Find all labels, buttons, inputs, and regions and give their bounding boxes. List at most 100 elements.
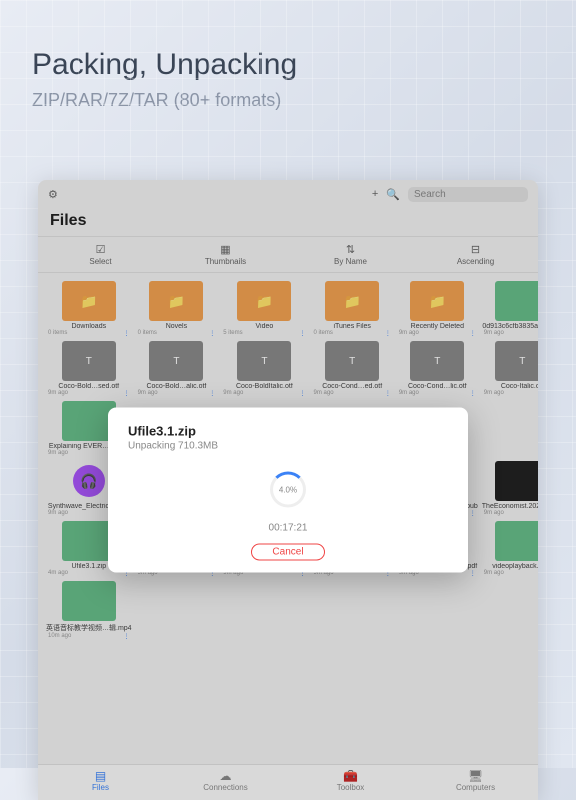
file-item[interactable]: 0d913c6cfb3835a…f.jpeg9m ago⋮ xyxy=(482,281,538,337)
tab-connections[interactable]: ☁Connections xyxy=(163,765,288,800)
file-item[interactable]: videoplayback.mp49m ago⋮ xyxy=(482,521,538,577)
file-meta: 9m ago xyxy=(48,390,68,397)
more-icon[interactable]: ⋮ xyxy=(470,510,476,517)
more-icon[interactable]: ⋮ xyxy=(300,330,306,337)
tab-files[interactable]: ▤Files xyxy=(38,765,163,800)
file-item[interactable]: 📁Video5 items⋮ xyxy=(221,281,307,337)
file-item[interactable]: 📁 Novels0 items ⋮ xyxy=(136,281,218,337)
file-name: Video xyxy=(221,323,307,330)
more-icon[interactable]: ⋮ xyxy=(470,330,476,337)
file-thumb: T xyxy=(495,341,538,381)
toolbar-thumbnails[interactable]: ▦Thumbnails xyxy=(163,237,288,272)
ascending-icon: ⊟ xyxy=(413,243,538,256)
file-meta: 9m ago xyxy=(484,510,504,517)
file-item[interactable]: T Coco-Bold…alic.otf9m ago ⋮ xyxy=(136,341,218,397)
file-item[interactable]: 📁iTunes Files0 items⋮ xyxy=(312,281,393,337)
file-name: Coco-Bold…alic.otf xyxy=(136,383,218,390)
bottom-bar: ▤Files ☁Connections 🧰Toolbox 🖥Computers xyxy=(38,764,538,800)
more-icon[interactable]: ⋮ xyxy=(124,330,130,337)
thumbnails-icon: ▦ xyxy=(163,243,288,256)
file-meta: 0 items xyxy=(48,330,67,337)
file-meta: 9m ago xyxy=(484,390,504,397)
file-item[interactable]: TCoco-Bold…sed.otf9m ago⋮ xyxy=(46,341,132,397)
more-icon[interactable]: ⋮ xyxy=(209,330,215,337)
dialog-filename: Ufile3.1.zip xyxy=(128,424,448,439)
sort-icon: ⇅ xyxy=(288,243,413,256)
cancel-button[interactable]: Cancel xyxy=(251,544,324,561)
file-name: iTunes Files xyxy=(312,323,393,330)
file-item[interactable]: T Coco-Cond…lic.otf9m ago ⋮ xyxy=(397,341,478,397)
device-frame: ⚙ + 🔍 Search Files ☑Select ▦Thumbnails ⇅… xyxy=(38,180,538,800)
unpacking-dialog: Ufile3.1.zip Unpacking 710.3MB 4.0% 00:1… xyxy=(108,408,468,573)
file-thumb: 📁 xyxy=(149,281,203,321)
file-name: Novels xyxy=(136,323,218,330)
file-item[interactable]: 📁 Downloads0 items ⋮ xyxy=(46,281,132,337)
file-item[interactable]: TheEconomist.202…4.pdf9m ago⋮ xyxy=(482,461,538,517)
page-title: Files xyxy=(50,212,526,230)
file-name: Coco-BoldItalic.otf xyxy=(221,383,307,390)
cloud-icon: ☁ xyxy=(163,769,288,783)
file-thumb xyxy=(495,281,538,321)
file-name: Recently Deleted xyxy=(397,323,478,330)
file-meta: 10m ago xyxy=(48,633,71,640)
add-button[interactable]: + xyxy=(372,188,378,200)
toolbar: ☑Select ▦Thumbnails ⇅By Name ⊟Ascending xyxy=(38,236,538,273)
computer-icon: 🖥 xyxy=(413,769,538,783)
file-meta: 9m ago xyxy=(138,390,158,397)
tab-computers[interactable]: 🖥Computers xyxy=(413,765,538,800)
file-meta: 9m ago xyxy=(48,450,68,457)
more-icon[interactable]: ⋮ xyxy=(470,570,476,577)
more-icon[interactable]: ⋮ xyxy=(124,633,130,640)
file-thumb: T xyxy=(410,341,464,381)
more-icon[interactable]: ⋮ xyxy=(209,390,215,397)
select-icon: ☑ xyxy=(38,243,163,256)
more-icon[interactable]: ⋮ xyxy=(385,390,391,397)
file-thumb: T xyxy=(325,341,379,381)
file-thumb: 📁 xyxy=(325,281,379,321)
tab-toolbox[interactable]: 🧰Toolbox xyxy=(288,765,413,800)
file-meta: 9m ago xyxy=(484,330,504,337)
more-icon[interactable]: ⋮ xyxy=(300,390,306,397)
search-input[interactable]: Search xyxy=(408,187,528,202)
more-icon[interactable]: ⋮ xyxy=(124,390,130,397)
hero-subtitle: ZIP/RAR/7Z/TAR (80+ formats) xyxy=(32,90,544,111)
gear-icon[interactable]: ⚙ xyxy=(48,188,58,201)
toolbar-ascending[interactable]: ⊟Ascending xyxy=(413,237,538,272)
hero-title: Packing, Unpacking xyxy=(32,48,544,82)
toolbox-icon: 🧰 xyxy=(288,769,413,783)
file-thumb: 🎧 xyxy=(73,465,105,497)
file-item[interactable]: 📁 Recently Deleted9m ago ⋮ xyxy=(397,281,478,337)
file-name: 0d913c6cfb3835a…f.jpeg xyxy=(482,323,538,330)
file-thumb xyxy=(495,461,538,501)
more-icon[interactable]: ⋮ xyxy=(470,390,476,397)
more-icon[interactable]: ⋮ xyxy=(385,330,391,337)
progress-percent: 4.0% xyxy=(128,486,448,495)
file-meta: 9m ago xyxy=(223,390,243,397)
file-meta: 9m ago xyxy=(314,390,334,397)
file-name: videoplayback.mp4 xyxy=(482,563,538,570)
file-name: Coco-Cond…lic.otf xyxy=(397,383,478,390)
file-item[interactable]: TCoco-Cond…ed.otf9m ago⋮ xyxy=(312,341,393,397)
file-item[interactable]: T Coco-BoldItalic.otf9m ago ⋮ xyxy=(221,341,307,397)
toolbar-byname[interactable]: ⇅By Name xyxy=(288,237,413,272)
file-name: 英语音标教学视频…辑.mp4 xyxy=(46,623,132,633)
file-meta: 5 items xyxy=(223,330,242,337)
file-thumb: T xyxy=(237,341,291,381)
file-thumb: 📁 xyxy=(410,281,464,321)
toolbar-select[interactable]: ☑Select xyxy=(38,237,163,272)
search-icon[interactable]: 🔍 xyxy=(386,188,400,201)
file-thumb: 📁 xyxy=(62,281,116,321)
file-thumb xyxy=(495,521,538,561)
file-meta: 9m ago xyxy=(399,390,419,397)
file-item[interactable]: 英语音标教学视频…辑.mp410m ago ⋮ xyxy=(46,581,132,640)
elapsed-time: 00:17:21 xyxy=(128,523,448,534)
file-thumb: T xyxy=(62,341,116,381)
file-name: Downloads xyxy=(46,323,132,330)
file-name: Coco-Italic.otf xyxy=(482,383,538,390)
file-meta: 9m ago xyxy=(48,510,68,517)
file-thumb: T xyxy=(149,341,203,381)
file-meta: 9m ago xyxy=(399,330,419,337)
file-item[interactable]: TCoco-Italic.otf9m ago⋮ xyxy=(482,341,538,397)
file-meta: 9m ago xyxy=(484,570,504,577)
file-meta: 0 items xyxy=(138,330,157,337)
